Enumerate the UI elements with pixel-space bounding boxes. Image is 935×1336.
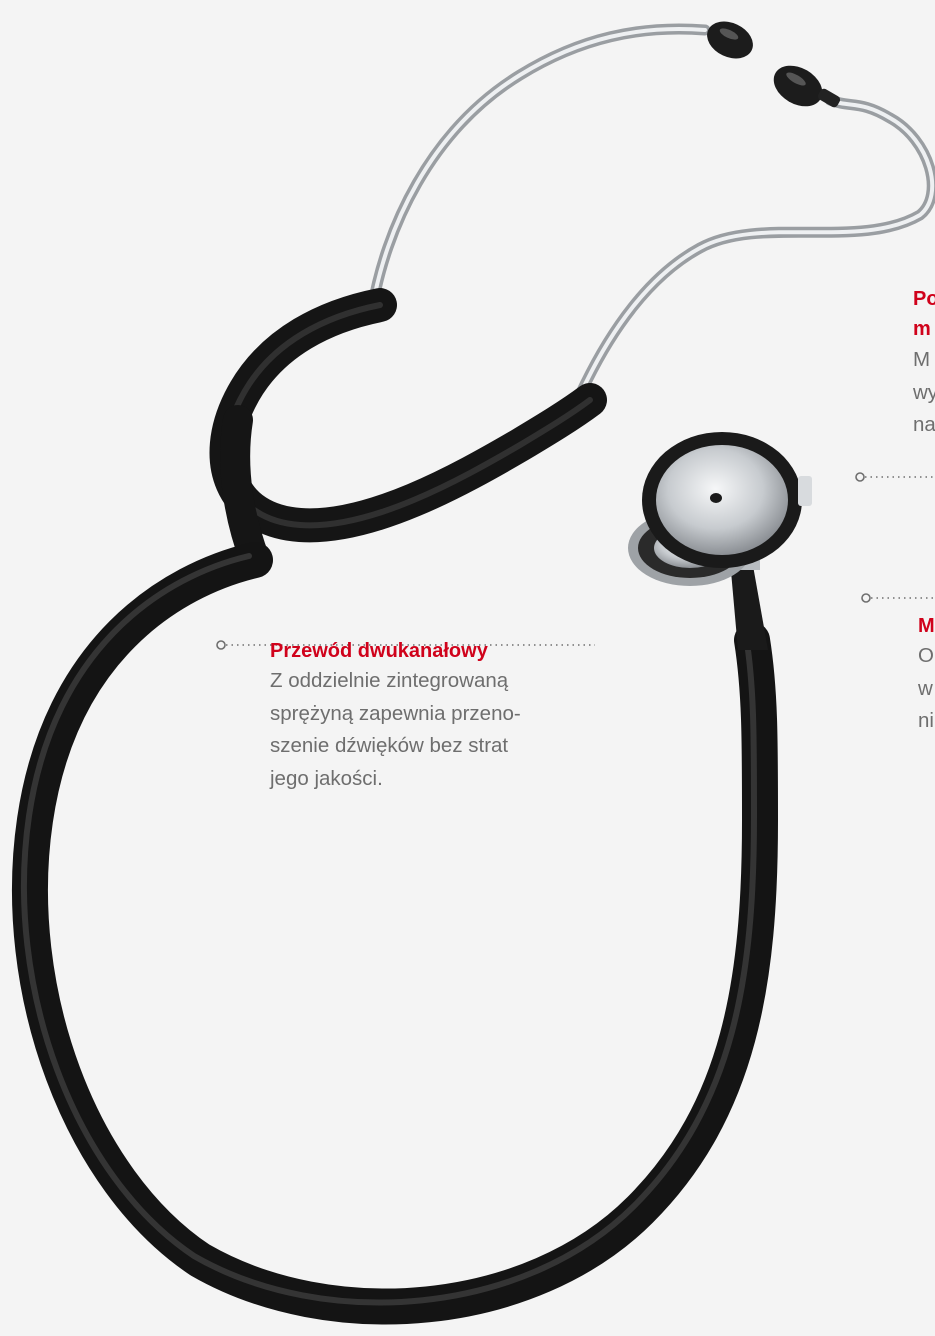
chest-piece: [628, 432, 812, 586]
binaural-tubes: [366, 23, 935, 401]
leader-dot-cable: [216, 640, 226, 650]
callout-bottom-line: w: [918, 676, 933, 700]
callout-top-line: wy: [913, 380, 935, 404]
callout-cable-line: szenie dźwięków bez strat: [270, 734, 509, 757]
callout-cable-line: sprężyną zapewnia przeno-: [270, 701, 521, 725]
callout-top-line: na: [913, 413, 935, 436]
callout-cable-line: Z oddzielnie zintegrowaną: [270, 669, 509, 692]
callout-cable-line: jego jakości.: [270, 766, 383, 790]
callout-bottom-line: ni: [918, 709, 934, 732]
callout-cable-title: Przewód dwukanałowy: [270, 640, 488, 662]
callout-cable: Przewód dwukanałowy Z oddzielnie zintegr…: [270, 637, 521, 795]
ear-tips: [707, 21, 841, 108]
callout-bottom-right: M O w ni: [918, 612, 935, 738]
callout-top-title: m: [913, 318, 931, 340]
leader-dot-top: [855, 472, 865, 482]
callout-bottom-title: M: [918, 615, 935, 637]
leader-dot-bottom: [861, 593, 871, 603]
callout-bottom-line: O: [918, 644, 934, 667]
yoke-tubing: [209, 288, 607, 575]
callout-top-right: Po m M wy na: [913, 284, 935, 442]
callout-leaders: [216, 472, 935, 650]
callout-top-line: M: [913, 348, 931, 371]
callout-top-title: Po: [913, 288, 935, 310]
